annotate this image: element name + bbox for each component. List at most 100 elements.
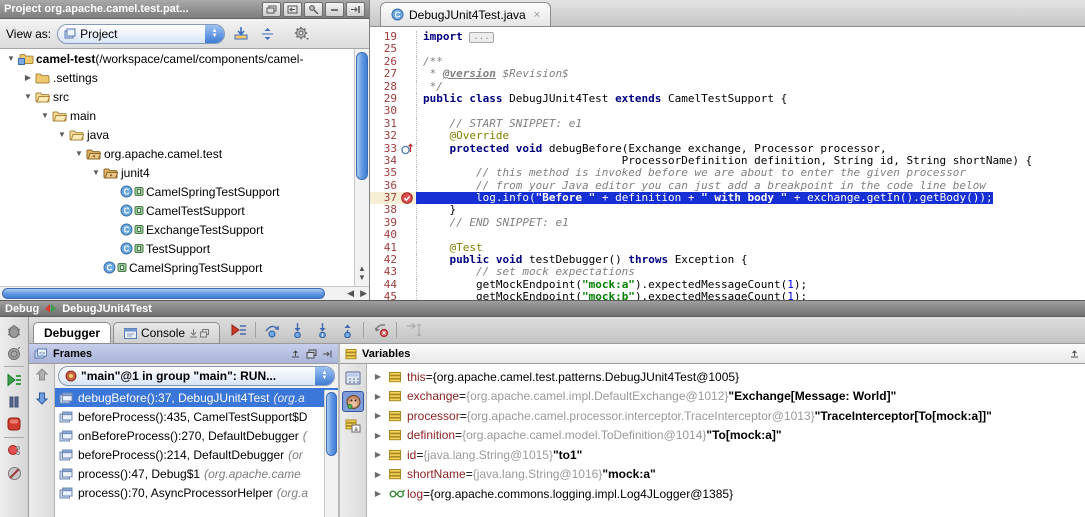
override-icon[interactable]: [400, 143, 416, 155]
view-breakpoints-icon[interactable]: [2, 440, 26, 462]
float-pane-icon[interactable]: [306, 349, 317, 359]
pop-frame-icon[interactable]: [371, 321, 389, 339]
tree-expand-icon[interactable]: ▼: [55, 130, 69, 139]
mute-breakpoints-icon[interactable]: [2, 462, 26, 484]
tab-console[interactable]: Console: [113, 322, 220, 344]
frame-row[interactable]: process():70, AsyncProcessorHelper (org.…: [55, 483, 338, 502]
frame-row[interactable]: onBeforeProcess():270, DefaultDebugger (: [55, 426, 338, 445]
restore-variables-pane-icon[interactable]: [1069, 349, 1080, 359]
breakpoint-icon[interactable]: [400, 192, 416, 204]
frame-row[interactable]: debugBefore():37, DebugJUnit4Test (org.a: [55, 388, 338, 407]
auto-variables-mode-icon[interactable]: a: [342, 415, 364, 436]
tree-expand-icon[interactable]: ▼: [38, 111, 52, 120]
tree-vertical-scrollbar[interactable]: ▲▼: [354, 49, 369, 286]
step-over-icon[interactable]: [263, 321, 281, 339]
evaluate-expression-icon[interactable]: [342, 367, 364, 388]
tree-item[interactable]: ▼java: [0, 125, 369, 144]
resume-program-icon[interactable]: [2, 369, 26, 391]
tree-item[interactable]: ▼org.apache.camel.test: [0, 144, 369, 163]
thread-select[interactable]: "main"@1 in group "main": RUN... ▲▼: [58, 366, 335, 386]
expand-triangle-icon[interactable]: ▶: [367, 431, 389, 440]
variable-row[interactable]: ▶exchange = {org.apache.camel.impl.Defau…: [367, 387, 1085, 407]
scroll-from-source-icon[interactable]: [283, 2, 302, 17]
tree-item[interactable]: CExchangeTestSupport: [0, 220, 369, 239]
tree-expand-icon[interactable]: ▼: [21, 92, 35, 101]
view-mode-select[interactable]: Project ▲▼: [57, 24, 225, 44]
tree-item[interactable]: ▶.settings: [0, 68, 369, 87]
hide-pane-icon[interactable]: [322, 349, 333, 359]
code-token: @Test: [450, 241, 483, 254]
frames-list[interactable]: debugBefore():37, DebugJUnit4Test (org.a…: [55, 388, 338, 517]
show-execution-point-icon[interactable]: [230, 321, 248, 339]
variable-row[interactable]: ▶shortName = {java.lang.String@1016}"moc…: [367, 465, 1085, 485]
view-mode-value: Project: [76, 27, 224, 41]
step-into-icon[interactable]: [288, 321, 306, 339]
gutter-space: [400, 266, 416, 278]
tree-expand-icon[interactable]: ▼: [4, 54, 18, 63]
expand-triangle-icon[interactable]: ▶: [367, 411, 389, 420]
frame-row[interactable]: beforeProcess():214, DefaultDebugger (or: [55, 445, 338, 464]
variable-row[interactable]: ▶definition = {org.apache.camel.model.To…: [367, 426, 1085, 446]
frames-scrollbar[interactable]: [324, 390, 338, 517]
tree-expand-icon[interactable]: ▼: [89, 168, 103, 177]
code-token: extends: [615, 92, 668, 105]
code-line: 37 log.info("Before " + definition + " w…: [370, 192, 1085, 204]
tree-item[interactable]: ▼src: [0, 87, 369, 106]
minimize-icon[interactable]: [325, 2, 344, 17]
editor-tab[interactable]: C DebugJUnit4Test.java ×: [380, 2, 551, 26]
tree-item[interactable]: CCamelSpringTestSupport: [0, 258, 369, 277]
variable-row[interactable]: ▶log = {org.apache.commons.logging.impl.…: [367, 484, 1085, 504]
float-tab-icon[interactable]: [200, 329, 209, 338]
force-step-into-icon[interactable]: i: [313, 321, 331, 339]
pin-icon[interactable]: [304, 2, 323, 17]
debug-bug-icon[interactable]: [2, 342, 26, 364]
folded-imports-icon[interactable]: ...: [469, 32, 493, 43]
tree-item[interactable]: ▼junit4: [0, 163, 369, 182]
project-tree[interactable]: ▼camel-test (/workspace/camel/components…: [0, 49, 369, 300]
collapse-all-icon[interactable]: [257, 24, 277, 44]
expand-triangle-icon[interactable]: ▶: [367, 392, 389, 401]
pin-tab-icon[interactable]: [189, 329, 198, 338]
variable-row[interactable]: ▶processor = {org.apache.camel.processor…: [367, 406, 1085, 426]
clazz-icon: C: [103, 261, 129, 274]
expand-triangle-icon[interactable]: ▶: [367, 372, 389, 381]
variable-row[interactable]: ▶id = {java.lang.String@1015}"to1": [367, 445, 1085, 465]
tree-item[interactable]: ▼camel-test (/workspace/camel/components…: [0, 49, 369, 68]
settings-gear-icon[interactable]: [291, 24, 311, 44]
tree-item[interactable]: CCamelSpringTestSupport: [0, 182, 369, 201]
expand-triangle-icon[interactable]: ▶: [367, 489, 389, 498]
frame-down-icon[interactable]: [35, 392, 49, 408]
step-out-icon[interactable]: [338, 321, 356, 339]
code-editor[interactable]: 19import ...25 26/**27 * @version $Revis…: [370, 27, 1085, 300]
pause-program-icon[interactable]: [2, 391, 26, 413]
restore-pane-icon[interactable]: [290, 349, 301, 359]
rerun-bug-icon[interactable]: [2, 320, 26, 342]
tree-item[interactable]: CTestSupport: [0, 239, 369, 258]
stop-process-icon[interactable]: [2, 413, 26, 435]
tree-item[interactable]: CCamelTestSupport: [0, 201, 369, 220]
tab-debugger[interactable]: Debugger: [33, 322, 111, 344]
tree-expand-icon[interactable]: ▶: [21, 73, 35, 82]
expand-triangle-icon[interactable]: ▶: [367, 470, 389, 479]
frame-up-icon[interactable]: [35, 368, 49, 384]
tree-item[interactable]: ▼main: [0, 106, 369, 125]
tab-close-icon[interactable]: ×: [534, 9, 540, 21]
watch-mode-icon[interactable]: [342, 391, 364, 412]
autoscroll-to-source-icon[interactable]: [231, 24, 251, 44]
expand-triangle-icon[interactable]: ▶: [367, 450, 389, 459]
variable-name: shortName: [407, 467, 466, 481]
frame-location: beforeProcess():214, DefaultDebugger: [78, 448, 284, 462]
run-to-cursor-icon[interactable]: [404, 321, 422, 339]
variable-row[interactable]: ▶this = {org.apache.camel.test.patterns.…: [367, 367, 1085, 387]
project-icon: [18, 52, 36, 65]
frame-row[interactable]: process():47, Debug$1 (org.apache.came: [55, 464, 338, 483]
hide-panel-icon[interactable]: [346, 2, 365, 17]
float-window-icon[interactable]: [262, 2, 281, 17]
variables-list[interactable]: ▶this = {org.apache.camel.test.patterns.…: [367, 364, 1085, 517]
tree-horizontal-scrollbar[interactable]: ◀▶: [0, 286, 369, 300]
variables-header: Variables: [340, 344, 1085, 364]
gutter-space: [400, 68, 416, 80]
frame-row[interactable]: beforeProcess():435, CamelTestSupport$D: [55, 407, 338, 426]
code-token: @version: [443, 67, 496, 80]
tree-expand-icon[interactable]: ▼: [72, 149, 86, 158]
